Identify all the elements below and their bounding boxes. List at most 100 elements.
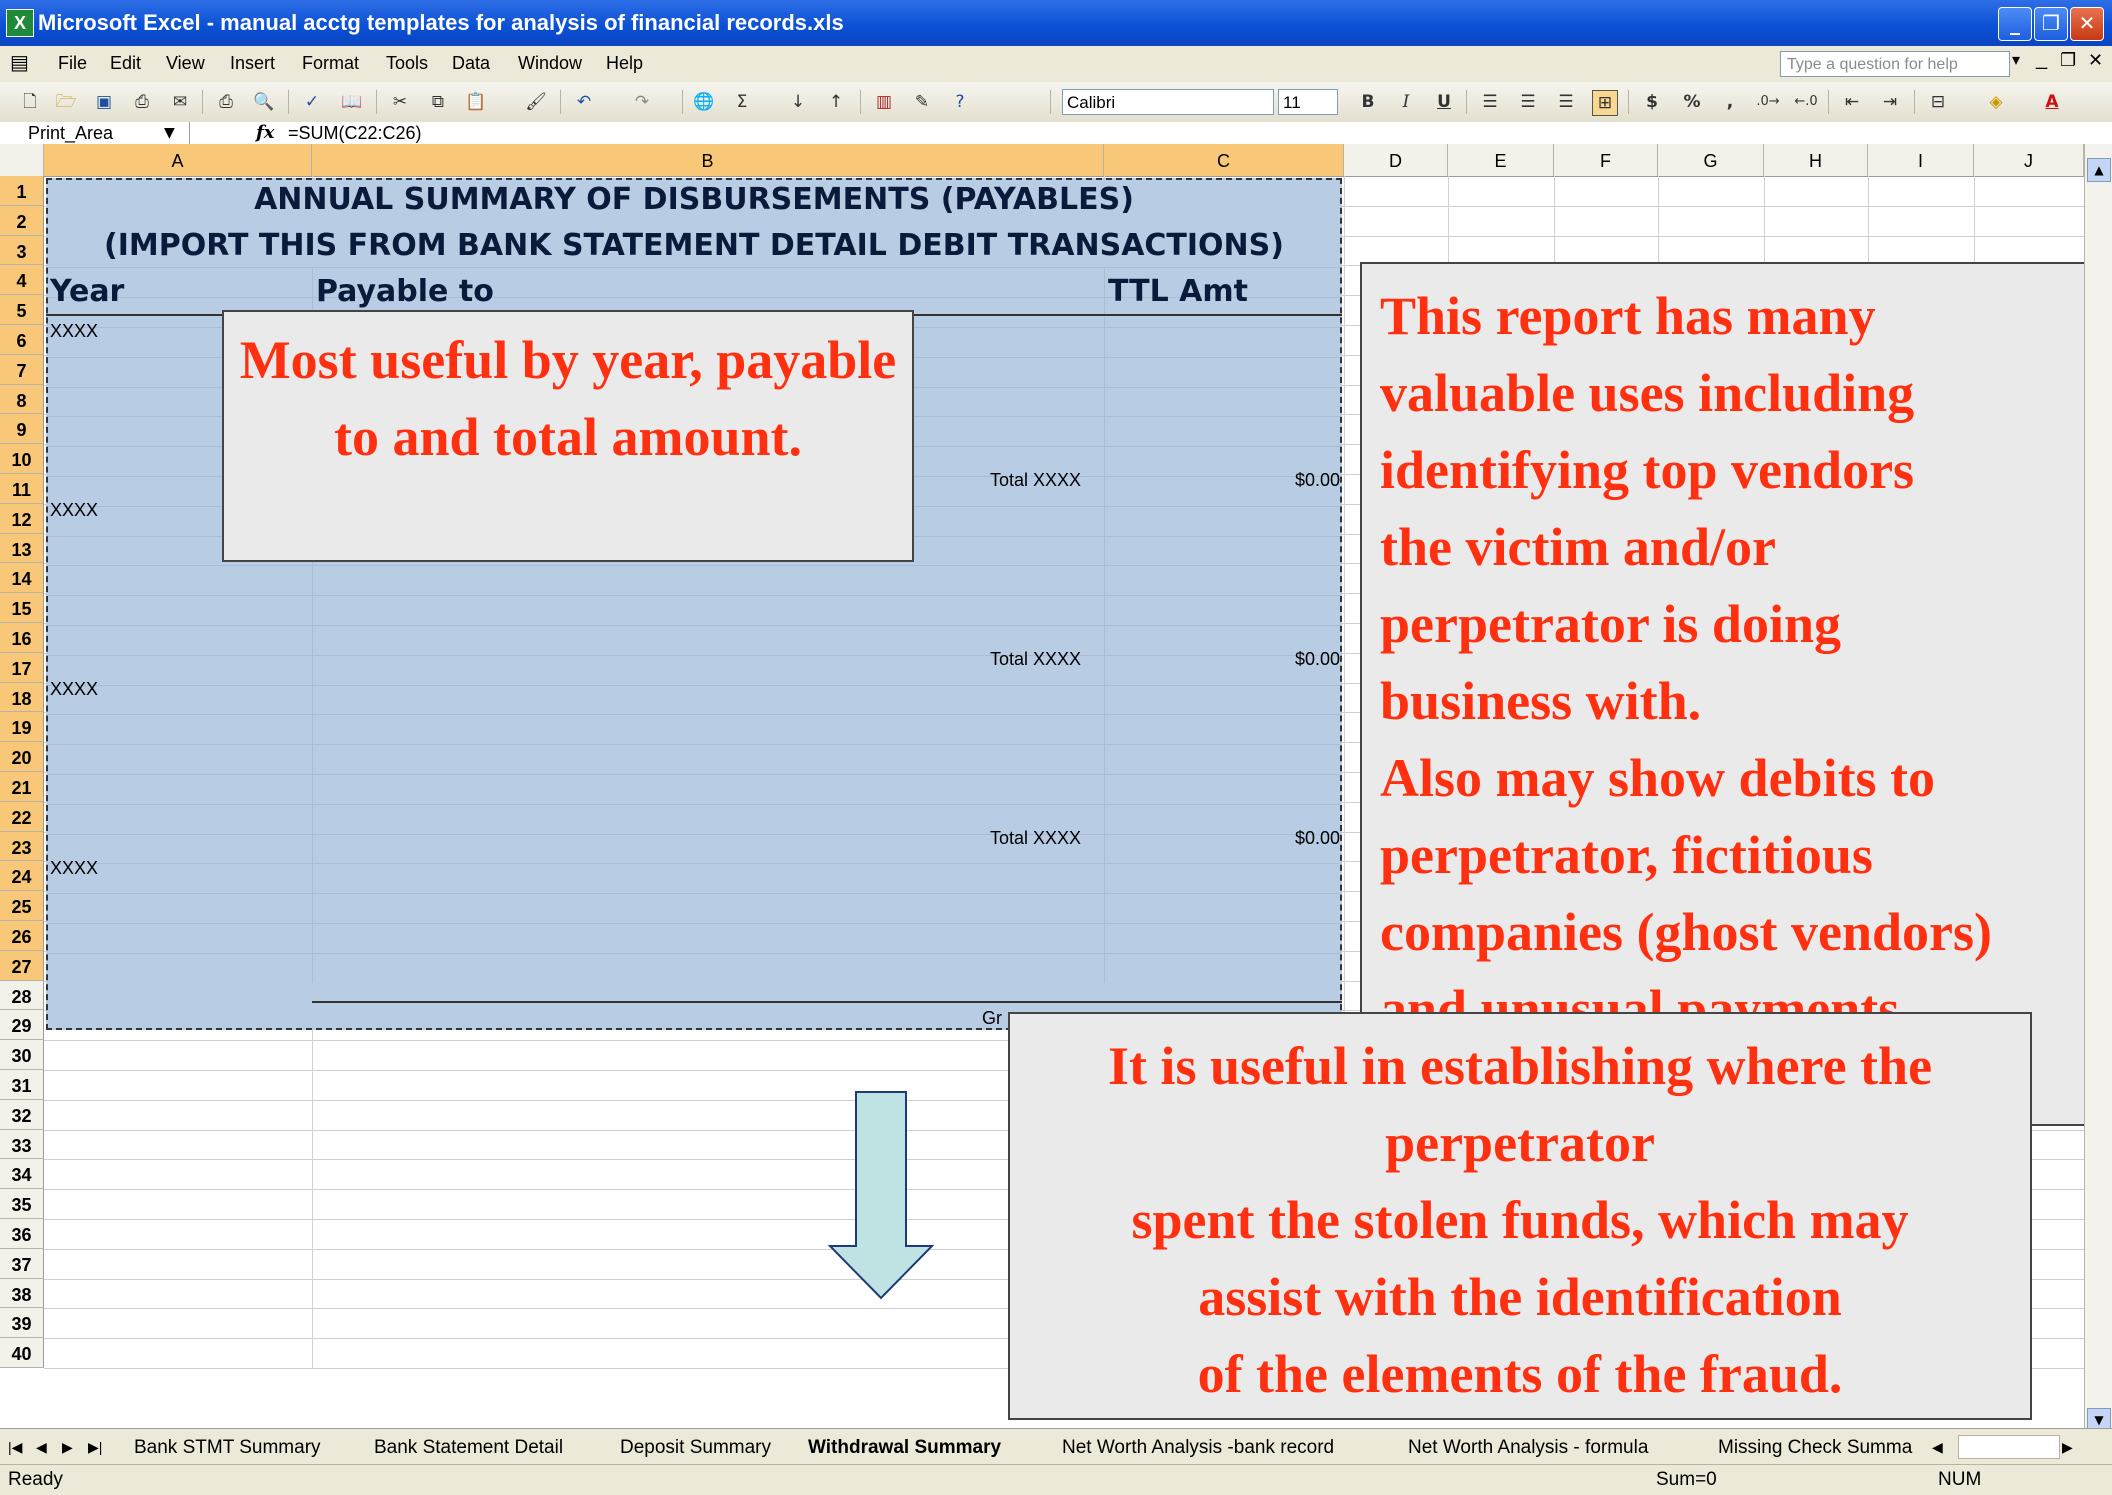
row-header[interactable]: 19 <box>0 712 44 743</box>
row-header[interactable]: 28 <box>0 980 44 1011</box>
menu-file[interactable]: File <box>58 53 87 74</box>
workbook-icon[interactable]: ▤ <box>10 50 29 75</box>
fill-color-icon[interactable]: ◈ <box>1984 90 2008 114</box>
row-header[interactable]: 20 <box>0 742 44 772</box>
row-header[interactable]: 27 <box>0 950 44 981</box>
print-icon[interactable]: ⎙ <box>214 90 238 114</box>
bold-button[interactable]: B <box>1356 90 1380 114</box>
menu-view[interactable]: View <box>166 53 205 74</box>
row-header[interactable]: 15 <box>0 593 44 623</box>
row-header[interactable]: 33 <box>0 1129 44 1160</box>
currency-button[interactable]: $ <box>1640 90 1664 114</box>
hyperlink-icon[interactable]: 🌐 <box>692 90 716 114</box>
font-color-icon[interactable]: A <box>2040 90 2064 114</box>
vertical-scrollbar[interactable]: ▲ ▼ <box>2084 144 2112 1432</box>
open-icon[interactable]: 🗁 <box>54 90 78 114</box>
grand-total-label[interactable]: Gr <box>982 1008 1002 1029</box>
column-header-j[interactable]: J <box>1974 144 2084 176</box>
scroll-up-icon[interactable]: ▲ <box>2087 158 2111 182</box>
year-cell[interactable]: XXXX <box>50 500 98 521</box>
year-cell[interactable]: XXXX <box>50 679 98 700</box>
row-header[interactable]: 11 <box>0 474 44 504</box>
tab-bank-statement-detail[interactable]: Bank Statement Detail <box>374 1437 563 1459</box>
row-header[interactable]: 13 <box>0 533 44 564</box>
row-header[interactable]: 23 <box>0 831 44 862</box>
horizontal-scrollbar[interactable] <box>1958 1435 2060 1459</box>
row-header[interactable]: 26 <box>0 921 44 951</box>
row-header[interactable]: 14 <box>0 563 44 594</box>
menu-insert[interactable]: Insert <box>230 53 275 74</box>
row-header[interactable]: 29 <box>0 1010 44 1041</box>
restore-button[interactable]: ❐ <box>2034 7 2068 41</box>
select-all-corner[interactable] <box>0 144 44 176</box>
decrease-indent-icon[interactable]: ⇤ <box>1840 90 1864 114</box>
align-center-icon[interactable]: ☰ <box>1516 90 1540 114</box>
row-header[interactable]: 2 <box>0 205 44 236</box>
increase-indent-icon[interactable]: ⇥ <box>1878 90 1902 114</box>
column-header-d[interactable]: D <box>1344 144 1448 176</box>
research-icon[interactable]: 📖 <box>340 90 364 114</box>
merge-center-icon[interactable]: ⊞ <box>1592 90 1618 116</box>
column-header-h[interactable]: H <box>1764 144 1868 176</box>
menu-tools[interactable]: Tools <box>386 53 428 74</box>
chart-wizard-icon[interactable]: ▥ <box>872 90 896 114</box>
doc-restore-icon[interactable]: ❐ <box>2060 50 2076 71</box>
tab-deposit-summary[interactable]: Deposit Summary <box>620 1437 771 1459</box>
column-header-b[interactable]: B <box>312 144 1104 176</box>
row-header[interactable]: 3 <box>0 235 44 266</box>
align-right-icon[interactable]: ☰ <box>1554 90 1578 114</box>
paste-icon[interactable]: 📋 <box>464 90 488 114</box>
font-name-select[interactable]: Calibri <box>1062 89 1274 115</box>
column-header-a[interactable]: A <box>44 144 312 176</box>
row-header[interactable]: 16 <box>0 623 44 653</box>
name-box-dropdown-icon[interactable]: ▼ <box>164 122 175 144</box>
tab-net-worth-formula[interactable]: Net Worth Analysis - formula <box>1408 1437 1648 1459</box>
row-header[interactable]: 34 <box>0 1159 44 1190</box>
column-header-i[interactable]: I <box>1868 144 1974 176</box>
row-header[interactable]: 37 <box>0 1248 44 1279</box>
tab-withdrawal-summary[interactable]: Withdrawal Summary <box>808 1437 1001 1459</box>
tab-net-worth-bank-record[interactable]: Net Worth Analysis -bank record <box>1062 1437 1334 1459</box>
row-header[interactable]: 6 <box>0 325 44 355</box>
tab-missing-check-summary[interactable]: Missing Check Summa <box>1718 1437 1912 1459</box>
total-value[interactable]: $0.00 <box>1240 828 1340 849</box>
row-header[interactable]: 18 <box>0 682 44 713</box>
increase-decimal-icon[interactable]: .0→ <box>1756 90 1780 114</box>
total-label[interactable]: Total XXXX <box>990 828 1081 849</box>
row-header[interactable]: 7 <box>0 354 44 385</box>
row-header[interactable]: 35 <box>0 1189 44 1219</box>
help-dropdown-icon[interactable]: ▾ <box>2012 50 2020 70</box>
row-header[interactable]: 21 <box>0 772 44 802</box>
row-header[interactable]: 32 <box>0 1099 44 1130</box>
italic-button[interactable]: I <box>1394 90 1418 114</box>
decrease-decimal-icon[interactable]: ←.0 <box>1794 90 1818 114</box>
row-header[interactable]: 25 <box>0 891 44 921</box>
excel-app-icon[interactable]: X <box>6 9 34 37</box>
minimize-button[interactable]: _ <box>1998 7 2032 41</box>
row-header[interactable]: 4 <box>0 265 44 296</box>
row-header[interactable]: 40 <box>0 1338 44 1368</box>
percent-button[interactable]: % <box>1680 90 1704 114</box>
help-icon[interactable]: ? <box>948 90 972 114</box>
undo-icon[interactable]: ↶ <box>572 90 596 114</box>
menu-format[interactable]: Format <box>302 53 359 74</box>
row-header[interactable]: 22 <box>0 801 44 832</box>
email-icon[interactable]: ✉ <box>168 90 192 114</box>
row-header[interactable]: 1 <box>0 176 44 206</box>
cut-icon[interactable]: ✂ <box>388 90 412 114</box>
new-icon[interactable]: 🗋 <box>18 90 42 114</box>
doc-close-icon[interactable]: ✕ <box>2088 50 2103 71</box>
formula-input[interactable]: =SUM(C22:C26) <box>288 122 422 144</box>
row-header[interactable]: 9 <box>0 414 44 445</box>
copy-icon[interactable]: ⧉ <box>426 90 450 114</box>
print-preview-icon[interactable]: 🔍 <box>252 90 276 114</box>
row-header[interactable]: 8 <box>0 384 44 415</box>
row-header[interactable]: 30 <box>0 1040 44 1070</box>
first-sheet-icon[interactable]: |◀ <box>8 1439 22 1456</box>
save-icon[interactable]: ▣ <box>92 90 116 114</box>
total-label[interactable]: Total XXXX <box>990 649 1081 670</box>
close-button[interactable]: ✕ <box>2070 7 2104 41</box>
row-header[interactable]: 24 <box>0 861 44 892</box>
font-size-select[interactable]: 11 <box>1278 89 1338 115</box>
tab-scroll-right-icon[interactable]: ▶ <box>2062 1439 2073 1456</box>
